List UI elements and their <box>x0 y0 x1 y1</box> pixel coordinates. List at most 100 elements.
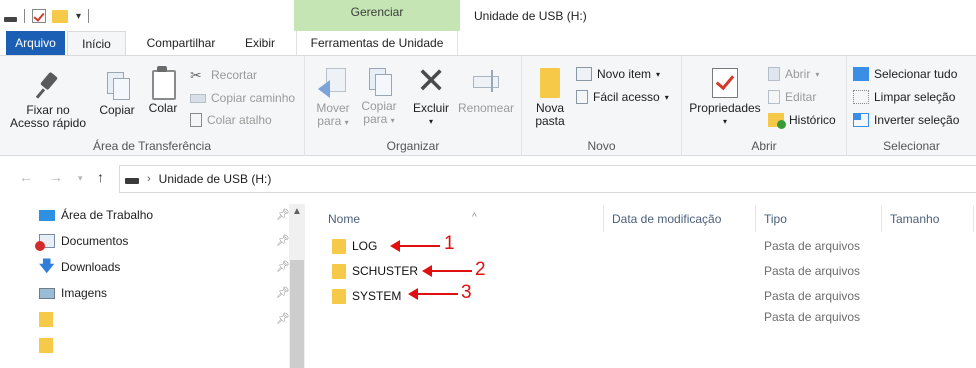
chevron-down-icon[interactable]: ▾ <box>76 11 81 22</box>
nav-item-folder[interactable] <box>39 334 289 356</box>
tab-file[interactable]: Arquivo <box>6 31 65 55</box>
easy-access-icon <box>576 90 588 104</box>
select-all-label: Selecionar tudo <box>874 67 958 81</box>
paste-shortcut-label: Colar atalho <box>207 113 272 127</box>
desktop-icon <box>39 209 55 221</box>
organize-group-label: Organizar <box>386 139 440 153</box>
sort-ascending-icon: ^ <box>472 212 477 223</box>
chevron-down-icon: ▾ <box>390 116 395 125</box>
file-type: Pasta de arquivos <box>764 239 861 253</box>
nav-item-pictures[interactable]: Imagens 📌︎ <box>39 282 290 304</box>
invert-selection-button[interactable]: Inverter seleção <box>853 113 959 127</box>
breadcrumb[interactable]: Unidade de USB (H:) <box>159 172 272 186</box>
address-box[interactable]: › Unidade de USB (H:) <box>119 165 976 193</box>
easy-access-button[interactable]: Fácil acesso ▾ <box>576 90 669 104</box>
copy-to-button[interactable]: Copiar para ▾ <box>357 66 401 127</box>
folder-icon <box>332 289 346 304</box>
file-name: SYSTEM <box>352 289 402 303</box>
history-button[interactable]: Histórico <box>768 113 836 129</box>
organize-group: Mover para ▾ Copiar para ▾ ✕ Excluir ▾ R… <box>305 56 522 156</box>
tab-view[interactable]: Exibir <box>231 31 289 55</box>
column-header-size[interactable]: Tamanho <box>882 206 974 232</box>
file-type: Pasta de arquivos <box>764 264 861 278</box>
folder-icon <box>332 264 346 279</box>
manage-context-tab[interactable]: Gerenciar <box>294 0 460 31</box>
tab-drive-tools[interactable]: Ferramentas de Unidade <box>296 31 458 55</box>
download-arrow-icon: 🡇 <box>39 258 55 275</box>
chevron-down-icon: ▾ <box>344 118 349 127</box>
table-row[interactable]: Pasta de arquivos <box>330 306 970 328</box>
delete-button[interactable]: ✕ Excluir ▾ <box>409 60 453 128</box>
select-all-button[interactable]: Selecionar tudo <box>853 67 957 81</box>
ribbon: Fixar no Acesso rápido Copiar Colar ✂ Re… <box>0 55 976 156</box>
up-arrow-icon[interactable]: ↑ <box>97 169 104 185</box>
back-arrow-icon[interactable]: ← <box>19 169 33 185</box>
new-item-button[interactable]: Novo item ▾ <box>576 67 660 81</box>
move-to-button[interactable]: Mover para ▾ <box>311 66 355 129</box>
column-header-modified[interactable]: Data de modificação <box>604 206 756 232</box>
edit-button[interactable]: Editar <box>768 90 816 104</box>
table-row[interactable]: SYSTEM Pasta de arquivos <box>330 285 970 307</box>
properties-icon[interactable] <box>32 9 46 23</box>
open-label: Abrir <box>785 67 811 81</box>
open-button[interactable]: Abrir ▾ <box>768 67 819 81</box>
invert-selection-icon <box>853 113 869 127</box>
scroll-up-arrow-icon[interactable]: ▲ <box>292 206 302 217</box>
recent-locations-chevron-icon[interactable]: ▾ <box>78 173 83 184</box>
properties-icon <box>712 68 738 98</box>
nav-item-downloads[interactable]: 🡇 Downloads 📌︎ <box>39 256 290 278</box>
pin-label-line2: Acesso rápido <box>9 116 87 130</box>
annotation-arrow <box>408 288 458 300</box>
nav-item-folder[interactable]: 📌︎ <box>39 308 290 330</box>
rename-label: Renomear <box>457 101 515 115</box>
copy-path-button[interactable]: Copiar caminho <box>190 91 295 105</box>
cut-button[interactable]: ✂ Recortar <box>190 68 257 82</box>
column-header-name[interactable]: Nome ^ <box>320 206 604 232</box>
pin-icon[interactable]: 📌︎ <box>276 286 290 299</box>
file-type: Pasta de arquivos <box>764 289 861 303</box>
select-none-icon <box>853 90 869 104</box>
nav-item-desktop[interactable]: Área de Trabalho 📌︎ <box>39 204 290 226</box>
new-item-label: Novo item <box>597 67 652 81</box>
new-folder-icon[interactable] <box>52 9 68 23</box>
column-header-label: Nome <box>328 212 361 226</box>
paste-button[interactable]: Colar <box>143 66 183 115</box>
clipboard-group: Fixar no Acesso rápido Copiar Colar ✂ Re… <box>0 56 305 156</box>
folder-icon <box>39 337 53 353</box>
delete-x-icon: ✕ <box>416 60 447 101</box>
ribbon-tabs: Arquivo Início Compartilhar Exibir Ferra… <box>0 31 976 56</box>
quick-access-toolbar: ▾ <box>4 6 92 26</box>
chevron-right-icon[interactable]: › <box>147 173 151 185</box>
copy-to-label-line2: para <box>363 112 388 126</box>
annotation-arrow <box>390 240 440 252</box>
column-header-type[interactable]: Tipo <box>756 206 882 232</box>
pin-icon[interactable]: 📌︎ <box>276 208 290 221</box>
properties-button[interactable]: Propriedades ▾ <box>686 68 764 128</box>
nav-scrollbar[interactable]: ▲ <box>289 204 305 368</box>
file-type: Pasta de arquivos <box>764 310 861 324</box>
pin-quick-access-button[interactable]: Fixar no Acesso rápido <box>8 70 88 130</box>
forward-arrow-icon[interactable]: → <box>49 169 63 185</box>
nav-item-documents[interactable]: Documentos 📌︎ <box>35 230 290 252</box>
pin-icon[interactable]: 📌︎ <box>276 260 290 273</box>
drive-icon <box>125 178 139 184</box>
paste-shortcut-button[interactable]: Colar atalho <box>190 113 272 127</box>
tab-share[interactable]: Compartilhar <box>133 31 229 55</box>
rename-button[interactable]: Renomear <box>455 66 517 115</box>
pin-icon[interactable]: 📌︎ <box>276 312 290 325</box>
copy-button[interactable]: Copiar <box>94 70 140 117</box>
new-item-icon <box>576 67 592 81</box>
select-none-button[interactable]: Limpar seleção <box>853 90 955 104</box>
new-folder-button[interactable]: Nova pasta <box>532 68 568 128</box>
copy-path-label: Copiar caminho <box>211 91 296 105</box>
drive-icon[interactable] <box>4 16 17 22</box>
scrollbar-thumb[interactable] <box>290 260 304 368</box>
paste-shortcut-icon <box>190 113 202 127</box>
scissors-icon: ✂ <box>190 67 202 83</box>
rename-icon <box>471 66 501 98</box>
tab-home[interactable]: Início <box>67 31 126 56</box>
pin-icon[interactable]: 📌︎ <box>276 234 290 247</box>
select-group: Selecionar tudo Limpar seleção Inverter … <box>847 56 976 156</box>
nav-item-label: Área de Trabalho <box>61 208 154 222</box>
nav-item-label: Imagens <box>61 286 108 300</box>
